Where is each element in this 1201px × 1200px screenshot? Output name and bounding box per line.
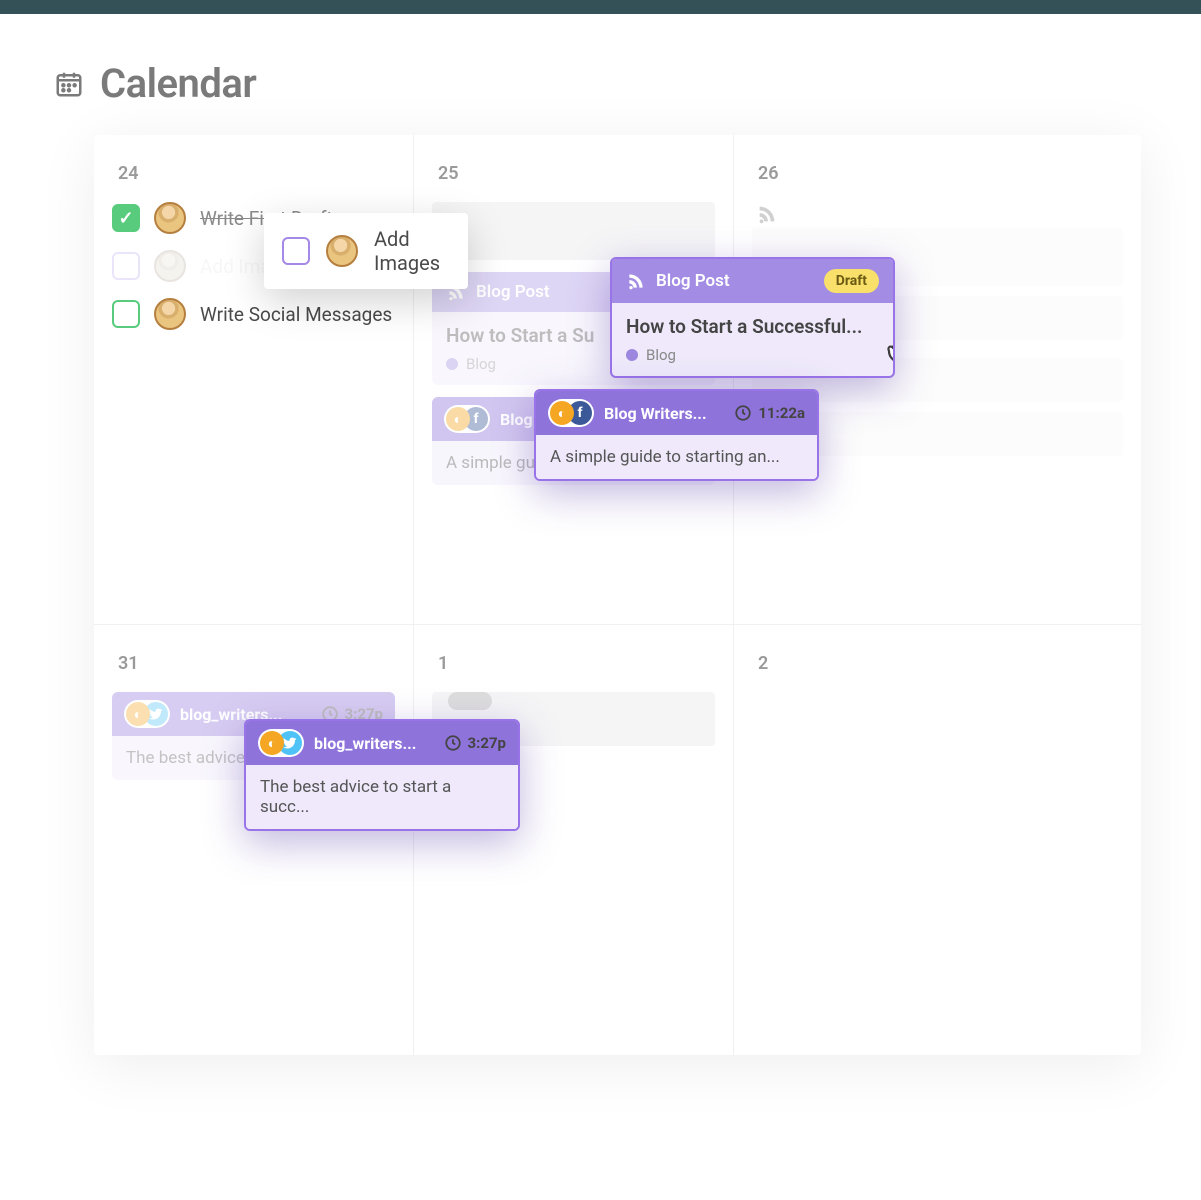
placeholder-slot xyxy=(432,202,715,260)
task-label: Write Social Messages xyxy=(200,303,392,326)
checkbox-unchecked[interactable] xyxy=(112,252,140,280)
profile-icon: ◐ xyxy=(550,401,574,425)
day-cell-26[interactable]: 26 xyxy=(734,135,1141,624)
social-post-card-dragging[interactable]: ◐ blog_writers... 3:27p The best advice … xyxy=(244,719,520,831)
calendar-icon xyxy=(54,69,84,99)
category-dot-icon xyxy=(446,358,458,370)
social-icon-pill: ◐ f xyxy=(444,405,490,433)
avatar xyxy=(154,250,186,282)
social-icon-pill: ◐ xyxy=(258,729,304,757)
day-number: 2 xyxy=(752,653,1123,674)
social-account: Blog Writers... xyxy=(604,404,707,423)
blog-post-card-dragging[interactable]: Blog Post Draft How to Start a Successfu… xyxy=(610,257,895,378)
task-label: Add Images xyxy=(374,227,440,275)
avatar xyxy=(154,202,186,234)
day-cell-31[interactable]: 31 ◐ blog_writers... 3:27p xyxy=(94,625,414,1055)
checkbox-unchecked[interactable] xyxy=(282,237,310,265)
task-item[interactable]: Write Social Messages xyxy=(112,298,395,330)
checkbox-unchecked[interactable] xyxy=(112,300,140,328)
card-category: Blog xyxy=(646,346,676,364)
day-number: 1 xyxy=(432,653,715,674)
rss-icon xyxy=(626,271,646,291)
profile-icon: ◐ xyxy=(446,407,470,431)
profile-icon: ◐ xyxy=(260,731,284,755)
time-label: 11:22a xyxy=(734,404,805,422)
task-item-dragging[interactable]: Add Images xyxy=(264,213,468,289)
grab-cursor-icon xyxy=(883,324,895,370)
day-cell-1[interactable]: 1 xyxy=(414,625,734,1055)
page-header: Calendar xyxy=(0,14,1201,135)
day-number: 26 xyxy=(752,163,1123,184)
avatar xyxy=(326,235,358,267)
checkbox-checked[interactable] xyxy=(112,204,140,232)
social-icon-pill: ◐ f xyxy=(548,399,594,427)
card-type-label: Blog Post xyxy=(656,271,730,291)
social-text: A simple guide to starting an... xyxy=(536,435,817,479)
avatar xyxy=(154,298,186,330)
category-dot-icon xyxy=(626,349,638,361)
card-category: Blog xyxy=(466,355,496,373)
day-number: 31 xyxy=(112,653,395,674)
card-title: How to Start a Successful... xyxy=(626,315,879,338)
status-badge: Draft xyxy=(824,269,879,293)
page-title: Calendar xyxy=(100,60,256,107)
calendar-grid: 24 Write First Draft Add Imag Write Soci… xyxy=(94,135,1141,1055)
social-post-card-dragging[interactable]: ◐ f Blog Writers... 11:22a A simple guid… xyxy=(534,389,819,481)
day-number: 25 xyxy=(432,163,715,184)
social-account: blog_writers... xyxy=(314,734,416,753)
day-cell-25[interactable]: 25 Blog Post How to Start a Su Blog xyxy=(414,135,734,624)
day-number: 24 xyxy=(112,163,395,184)
day-cell-2[interactable]: 2 xyxy=(734,625,1141,1055)
card-type-label: Blog Post xyxy=(476,282,550,302)
profile-icon: ◐ xyxy=(126,702,150,726)
time-label: 3:27p xyxy=(444,734,506,752)
social-text: The best advice to start a succ... xyxy=(246,765,518,829)
day-cell-24[interactable]: 24 Write First Draft Add Imag Write Soci… xyxy=(94,135,414,624)
rss-icon xyxy=(756,203,778,225)
social-icon-pill: ◐ xyxy=(124,700,170,728)
